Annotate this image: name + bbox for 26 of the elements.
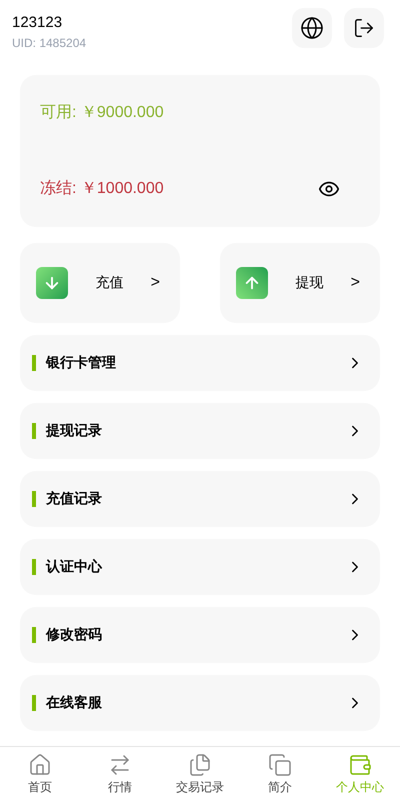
home-icon: [28, 752, 52, 776]
username: 123123: [12, 13, 64, 33]
copy-icon: [268, 752, 292, 776]
chevron-icon: >: [350, 270, 364, 294]
frozen-balance: 冻结: ￥1000.000: [40, 178, 164, 198]
tab-item[interactable]: 首页: [0, 747, 80, 800]
wallet-icon: [348, 752, 372, 776]
tab-item[interactable]: 交易记录: [160, 747, 240, 800]
available-balance: 可用: ￥9000.000: [40, 102, 165, 122]
menu-item[interactable]: 在线客服: [20, 674, 380, 730]
tab-item[interactable]: 行情: [80, 747, 160, 800]
language-button[interactable]: [292, 8, 332, 48]
menu-item[interactable]: 认证中心: [20, 538, 380, 594]
menu-item[interactable]: 修改密码: [20, 606, 380, 662]
chevron-icon: >: [150, 270, 164, 294]
deposit-button[interactable]: 充值 >: [20, 242, 180, 322]
logout-button[interactable]: [344, 8, 384, 48]
withdraw-button[interactable]: 提现 >: [220, 242, 380, 322]
menu-item[interactable]: 银行卡管理: [20, 334, 380, 390]
tab-item[interactable]: 简介: [240, 747, 320, 800]
documents-icon: [188, 752, 212, 776]
user-id: UID: 1485204: [12, 34, 86, 50]
menu-item[interactable]: 提现记录: [20, 402, 380, 458]
menu-item[interactable]: 充值记录: [20, 470, 380, 526]
globe-icon: [300, 16, 324, 40]
logout-icon: [353, 17, 375, 39]
